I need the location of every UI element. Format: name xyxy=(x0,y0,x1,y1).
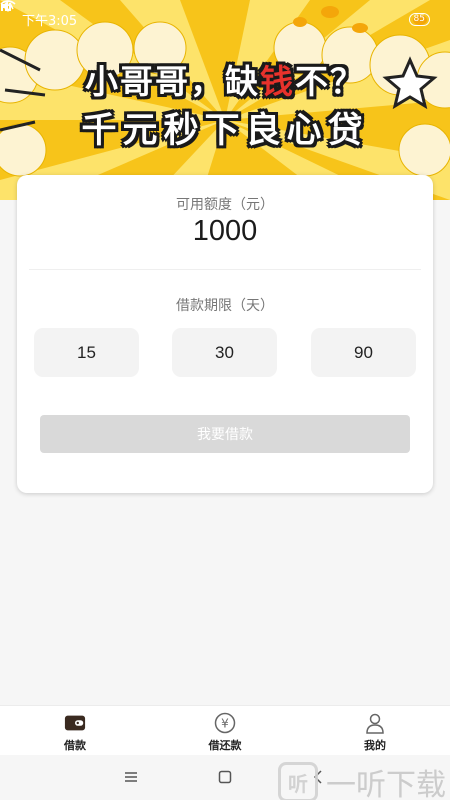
period-option-90[interactable]: 90 xyxy=(311,328,416,377)
bottom-tab-bar: 借款 ¥ 借还款 我的 xyxy=(0,705,450,755)
period-option-15[interactable]: 15 xyxy=(34,328,139,377)
tab-repay[interactable]: ¥ 借还款 xyxy=(150,706,300,755)
tab-mine-label: 我的 xyxy=(364,739,386,752)
watermark-text: 一听下载 xyxy=(326,768,446,800)
system-nav-bar: 听 一听下载 xyxy=(0,755,450,800)
status-time: 下午3:05 xyxy=(22,13,78,29)
promo-banner[interactable]: 下午3:05 85 小哥哥，缺钱不？ 千元秒下良心贷 xyxy=(0,0,450,200)
watermark-logo-icon: 听 xyxy=(278,762,318,800)
loan-card: 可用额度（元） 1000 借款期限（天） 15 30 90 我要借款 xyxy=(17,175,433,493)
tab-mine[interactable]: 我的 xyxy=(300,706,450,755)
menu-icon[interactable] xyxy=(121,767,141,787)
credit-limit-amount: 1000 xyxy=(192,215,258,247)
wallet-icon xyxy=(64,712,86,734)
person-icon xyxy=(364,712,386,734)
watermark: 听 一听下载 xyxy=(278,760,446,800)
battery-icon: 85 xyxy=(408,12,430,26)
status-bar: 下午3:05 85 xyxy=(0,0,450,38)
home-icon[interactable] xyxy=(215,767,235,787)
credit-limit-label: 可用额度（元） xyxy=(176,197,274,213)
slogan-line-1: 小哥哥，缺钱不？ xyxy=(85,62,365,101)
yen-coin-icon: ¥ xyxy=(214,712,236,734)
svg-text:¥: ¥ xyxy=(221,717,229,731)
tab-loan-label: 借款 xyxy=(64,739,86,752)
apply-loan-button[interactable]: 我要借款 xyxy=(40,415,410,453)
slogan-line-2: 千元秒下良心贷 xyxy=(81,111,369,151)
tab-repay-label: 借还款 xyxy=(208,739,242,752)
loan-period-label: 借款期限（天） xyxy=(176,298,274,314)
period-option-30[interactable]: 30 xyxy=(172,328,277,377)
app-root: 下午3:05 85 小哥哥，缺钱不？ 千元秒下良心贷 可用额度（元） 1000 … xyxy=(0,0,450,800)
tab-loan[interactable]: 借款 xyxy=(0,706,150,755)
divider xyxy=(29,269,421,270)
